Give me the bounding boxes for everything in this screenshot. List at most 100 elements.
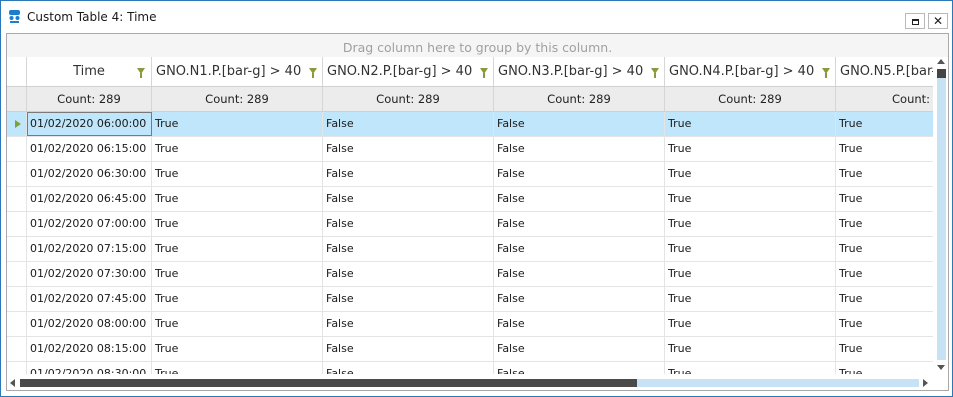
value-cell-gno-n2[interactable]: False — [323, 137, 494, 161]
table-row[interactable]: 01/02/2020 07:15:00 True False False True Tru… — [7, 237, 933, 262]
value-cell-gno-n4[interactable]: True — [665, 362, 836, 374]
horizontal-scroll-thumb[interactable] — [20, 379, 637, 387]
time-cell[interactable]: 01/02/2020 07:45:00 — [27, 287, 152, 311]
value-cell-gno-n4[interactable]: True — [665, 312, 836, 336]
time-cell[interactable]: 01/02/2020 06:30:00 — [27, 162, 152, 186]
table-row[interactable]: 01/02/2020 08:00:00 True False False True Tru… — [7, 312, 933, 337]
table-row[interactable]: 01/02/2020 06:45:00 True False False True Tru… — [7, 187, 933, 212]
filter-icon[interactable] — [651, 68, 659, 78]
value-cell-gno-n4[interactable]: True — [665, 212, 836, 236]
horizontal-scrollbar[interactable] — [7, 374, 948, 390]
value-cell-gno-n1[interactable]: True — [152, 162, 323, 186]
time-cell[interactable]: 01/02/2020 08:30:00 — [27, 362, 152, 374]
table-row[interactable]: 01/02/2020 07:30:00 True False False True Tru… — [7, 262, 933, 287]
time-cell[interactable]: 01/02/2020 07:15:00 — [27, 237, 152, 261]
value-cell-gno-n3[interactable]: False — [494, 137, 665, 161]
value-cell-gno-n3[interactable]: False — [494, 262, 665, 286]
value-cell-gno-n3[interactable]: False — [494, 212, 665, 236]
value-cell-gno-n3[interactable]: False — [494, 337, 665, 361]
table-row[interactable]: 01/02/2020 07:45:00 True False False True Tru… — [7, 287, 933, 312]
close-button[interactable]: ✕ — [928, 13, 948, 29]
value-cell-gno-n2[interactable]: False — [323, 312, 494, 336]
column-header-gno-n1[interactable]: GNO.N1.P.[bar-g] > 40 — [152, 57, 323, 86]
value-cell-gno-n3[interactable]: False — [494, 112, 665, 136]
row-indicator-cell[interactable] — [7, 212, 27, 236]
column-header-gno-n2[interactable]: GNO.N2.P.[bar-g] > 40 — [323, 57, 494, 86]
value-cell-gno-n5[interactable]: True — [836, 362, 933, 374]
table-row[interactable]: 01/02/2020 08:30:00 True False False True Tru… — [7, 362, 933, 374]
time-cell[interactable]: 01/02/2020 06:00:00 — [27, 112, 152, 136]
filter-icon[interactable] — [480, 68, 488, 78]
value-cell-gno-n5[interactable]: True — [836, 237, 933, 261]
value-cell-gno-n5[interactable]: True — [836, 262, 933, 286]
column-header-gno-n4[interactable]: GNO.N4.P.[bar-g] > 40 — [665, 57, 836, 86]
row-indicator-cell[interactable] — [7, 312, 27, 336]
value-cell-gno-n1[interactable]: True — [152, 312, 323, 336]
time-cell[interactable]: 01/02/2020 08:00:00 — [27, 312, 152, 336]
row-indicator-cell[interactable] — [7, 237, 27, 261]
value-cell-gno-n2[interactable]: False — [323, 262, 494, 286]
value-cell-gno-n2[interactable]: False — [323, 237, 494, 261]
table-row[interactable]: 01/02/2020 07:00:00 True False False True Tru… — [7, 212, 933, 237]
value-cell-gno-n4[interactable]: True — [665, 187, 836, 211]
value-cell-gno-n2[interactable]: False — [323, 287, 494, 311]
value-cell-gno-n4[interactable]: True — [665, 237, 836, 261]
value-cell-gno-n5[interactable]: True — [836, 162, 933, 186]
table-row[interactable]: 01/02/2020 06:15:00 True False False True Tru… — [7, 137, 933, 162]
vertical-scrollbar[interactable] — [933, 57, 948, 374]
value-cell-gno-n3[interactable]: False — [494, 237, 665, 261]
value-cell-gno-n5[interactable]: True — [836, 112, 933, 136]
table-row[interactable]: 01/02/2020 06:30:00 True False False True Tru… — [7, 162, 933, 187]
column-header-gno-n5[interactable]: GNO.N5.P.[bar-g] > 40 — [836, 57, 933, 86]
table-row[interactable]: 01/02/2020 08:15:00 True False False True Tru… — [7, 337, 933, 362]
row-indicator-cell[interactable] — [7, 187, 27, 211]
value-cell-gno-n2[interactable]: False — [323, 187, 494, 211]
value-cell-gno-n3[interactable]: False — [494, 287, 665, 311]
time-cell[interactable]: 01/02/2020 06:15:00 — [27, 137, 152, 161]
row-indicator-cell[interactable] — [7, 287, 27, 311]
value-cell-gno-n2[interactable]: False — [323, 362, 494, 374]
value-cell-gno-n4[interactable]: True — [665, 162, 836, 186]
column-header-time[interactable]: Time — [27, 57, 152, 86]
value-cell-gno-n4[interactable]: True — [665, 262, 836, 286]
time-cell[interactable]: 01/02/2020 07:30:00 — [27, 262, 152, 286]
time-cell[interactable]: 01/02/2020 08:15:00 — [27, 337, 152, 361]
row-indicator-cell[interactable] — [7, 362, 27, 374]
restore-button[interactable] — [905, 13, 925, 29]
column-header-gno-n3[interactable]: GNO.N3.P.[bar-g] > 40 — [494, 57, 665, 86]
group-by-panel[interactable]: Drag column here to group by this column… — [7, 34, 948, 57]
value-cell-gno-n2[interactable]: False — [323, 112, 494, 136]
value-cell-gno-n1[interactable]: True — [152, 337, 323, 361]
row-indicator-cell[interactable] — [7, 112, 27, 136]
scroll-up-arrow-icon[interactable] — [937, 59, 945, 64]
value-cell-gno-n2[interactable]: False — [323, 337, 494, 361]
value-cell-gno-n3[interactable]: False — [494, 162, 665, 186]
value-cell-gno-n4[interactable]: True — [665, 337, 836, 361]
row-indicator-cell[interactable] — [7, 162, 27, 186]
value-cell-gno-n4[interactable]: True — [665, 112, 836, 136]
value-cell-gno-n2[interactable]: False — [323, 212, 494, 236]
value-cell-gno-n1[interactable]: True — [152, 287, 323, 311]
scroll-left-arrow-icon[interactable] — [10, 379, 15, 387]
value-cell-gno-n4[interactable]: True — [665, 287, 836, 311]
row-indicator-cell[interactable] — [7, 137, 27, 161]
row-indicator-cell[interactable] — [7, 337, 27, 361]
value-cell-gno-n4[interactable]: True — [665, 137, 836, 161]
value-cell-gno-n5[interactable]: True — [836, 137, 933, 161]
horizontal-scroll-track[interactable] — [637, 379, 919, 387]
filter-icon[interactable] — [137, 68, 145, 78]
time-cell[interactable]: 01/02/2020 06:45:00 — [27, 187, 152, 211]
value-cell-gno-n3[interactable]: False — [494, 187, 665, 211]
scroll-down-arrow-icon[interactable] — [937, 365, 945, 370]
table-row[interactable]: 01/02/2020 06:00:00 True False False True Tru… — [7, 112, 933, 137]
value-cell-gno-n1[interactable]: True — [152, 237, 323, 261]
value-cell-gno-n5[interactable]: True — [836, 212, 933, 236]
value-cell-gno-n5[interactable]: True — [836, 337, 933, 361]
value-cell-gno-n1[interactable]: True — [152, 262, 323, 286]
value-cell-gno-n5[interactable]: True — [836, 187, 933, 211]
value-cell-gno-n5[interactable]: True — [836, 312, 933, 336]
row-indicator-cell[interactable] — [7, 262, 27, 286]
filter-icon[interactable] — [822, 68, 830, 78]
time-cell[interactable]: 01/02/2020 07:00:00 — [27, 212, 152, 236]
value-cell-gno-n3[interactable]: False — [494, 312, 665, 336]
